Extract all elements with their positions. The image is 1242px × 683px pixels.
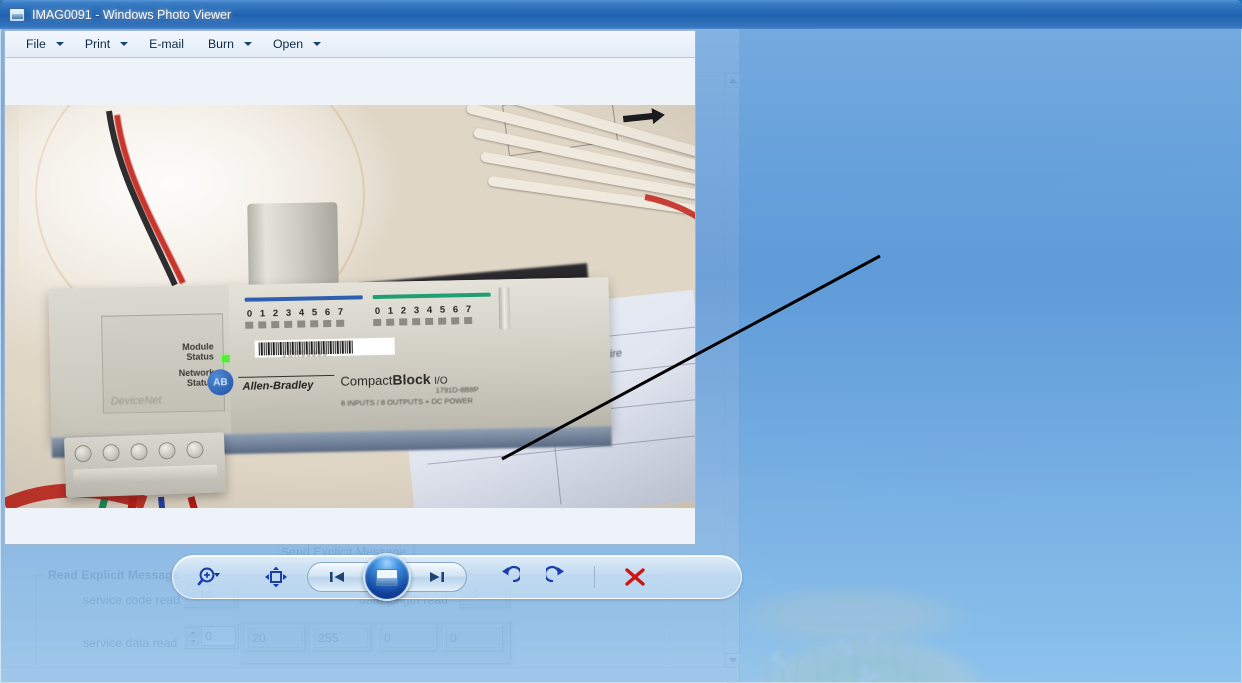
slideshow-button[interactable] bbox=[363, 553, 411, 601]
photo-vignette bbox=[5, 105, 695, 508]
photo-viewer-window[interactable]: IMAG0091 - Windows Photo Viewer – File P… bbox=[0, 0, 1242, 683]
rotate-clockwise-button[interactable] bbox=[533, 566, 583, 588]
rotate-counterclockwise-button[interactable] bbox=[483, 566, 533, 588]
delete-button[interactable] bbox=[605, 565, 665, 589]
photo-viewer-icon bbox=[9, 7, 25, 22]
menu-email[interactable]: E-mail bbox=[146, 35, 187, 53]
photo-viewer-toolbar[interactable] bbox=[172, 553, 742, 601]
photo-viewer-menu-bar[interactable]: File Print E-mail Burn Open bbox=[4, 30, 696, 58]
next-button[interactable] bbox=[405, 562, 467, 592]
menu-burn[interactable]: Burn bbox=[205, 35, 252, 53]
photo-viewer-window-title: IMAG0091 - Windows Photo Viewer bbox=[32, 7, 232, 22]
photo-viewer-title-bar[interactable]: IMAG0091 - Windows Photo Viewer – bbox=[0, 0, 1242, 29]
menu-file[interactable]: File bbox=[23, 35, 64, 53]
fit-to-window-button[interactable] bbox=[245, 566, 307, 588]
zoom-button[interactable] bbox=[173, 566, 245, 588]
chevron-down-icon bbox=[120, 42, 129, 46]
chevron-down-icon bbox=[55, 42, 64, 46]
menu-print[interactable]: Print bbox=[82, 35, 129, 53]
toolbar-separator bbox=[583, 566, 605, 588]
previous-button[interactable] bbox=[307, 562, 369, 592]
menu-open[interactable]: Open bbox=[270, 35, 322, 53]
photo-image[interactable]: between cable jacket and wire data line … bbox=[5, 105, 695, 508]
photo-viewer-canvas[interactable]: between cable jacket and wire data line … bbox=[4, 58, 696, 545]
slideshow-icon bbox=[376, 568, 398, 586]
chevron-down-icon bbox=[243, 42, 252, 46]
chevron-down-icon bbox=[313, 42, 322, 46]
